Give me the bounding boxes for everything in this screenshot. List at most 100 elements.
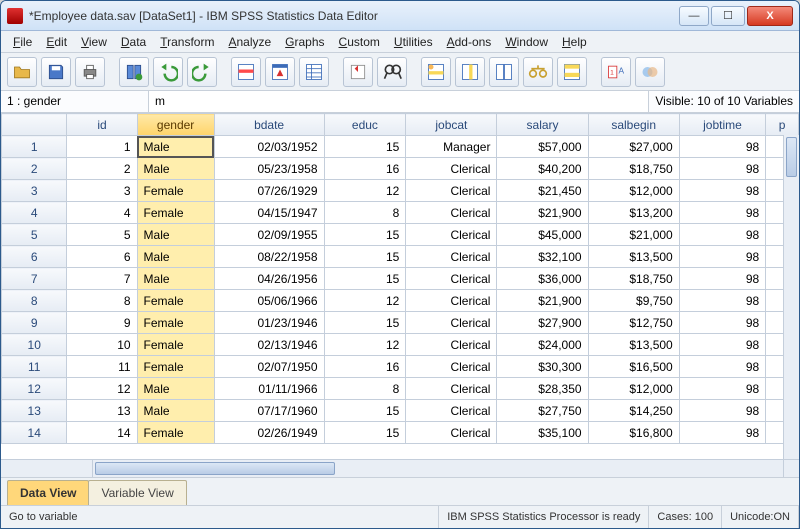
cell-educ[interactable]: 16 — [324, 356, 406, 378]
cell-educ[interactable]: 12 — [324, 334, 406, 356]
menu-custom[interactable]: Custom — [333, 33, 386, 51]
table-row[interactable]: 99Female01/23/194615Clerical$27,900$12,7… — [2, 312, 799, 334]
cell-salary[interactable]: $30,300 — [497, 356, 588, 378]
cell-jobcat[interactable]: Manager — [406, 136, 497, 158]
cell-salbegin[interactable]: $16,500 — [588, 356, 679, 378]
row-header[interactable]: 3 — [2, 180, 67, 202]
horizontal-scrollbar[interactable] — [1, 459, 799, 477]
run-button[interactable] — [343, 57, 373, 87]
cell-educ[interactable]: 12 — [324, 290, 406, 312]
cell-salary[interactable]: $40,200 — [497, 158, 588, 180]
menu-window[interactable]: Window — [499, 33, 554, 51]
column-header-jobtime[interactable]: jobtime — [679, 114, 765, 136]
menu-graphs[interactable]: Graphs — [279, 33, 330, 51]
cell-bdate[interactable]: 04/26/1956 — [214, 268, 324, 290]
cell-bdate[interactable]: 01/23/1946 — [214, 312, 324, 334]
cell-salary[interactable]: $35,100 — [497, 422, 588, 444]
vertical-scrollbar[interactable] — [783, 135, 799, 459]
column-header-jobcat[interactable]: jobcat — [406, 114, 497, 136]
cell-jobtime[interactable]: 98 — [679, 378, 765, 400]
tab-data-view[interactable]: Data View — [7, 480, 89, 505]
cell-jobtime[interactable]: 98 — [679, 202, 765, 224]
cell-bdate[interactable]: 02/09/1955 — [214, 224, 324, 246]
undo-button[interactable] — [153, 57, 183, 87]
cell-salary[interactable]: $27,750 — [497, 400, 588, 422]
column-header-educ[interactable]: educ — [324, 114, 406, 136]
cell-jobcat[interactable]: Clerical — [406, 334, 497, 356]
cell-educ[interactable]: 15 — [324, 422, 406, 444]
table-row[interactable]: 1111Female02/07/195016Clerical$30,300$16… — [2, 356, 799, 378]
cell-bdate[interactable]: 08/22/1958 — [214, 246, 324, 268]
cell-gender[interactable]: Female — [137, 312, 214, 334]
menu-file[interactable]: File — [7, 33, 38, 51]
table-row[interactable]: 1313Male07/17/196015Clerical$27,750$14,2… — [2, 400, 799, 422]
cell-gender[interactable]: Female — [137, 422, 214, 444]
cell-educ[interactable]: 16 — [324, 158, 406, 180]
cell-bdate[interactable]: 02/26/1949 — [214, 422, 324, 444]
cell-jobtime[interactable]: 98 — [679, 158, 765, 180]
cell-id[interactable]: 9 — [67, 312, 137, 334]
cell-educ[interactable]: 15 — [324, 246, 406, 268]
cell-jobcat[interactable]: Clerical — [406, 246, 497, 268]
print-button[interactable] — [75, 57, 105, 87]
column-header-bdate[interactable]: bdate — [214, 114, 324, 136]
cell-jobtime[interactable]: 98 — [679, 312, 765, 334]
column-header-p[interactable]: p — [766, 114, 799, 136]
cell-id[interactable]: 1 — [67, 136, 137, 158]
row-header[interactable]: 8 — [2, 290, 67, 312]
cell-salbegin[interactable]: $12,000 — [588, 180, 679, 202]
cell-jobcat[interactable]: Clerical — [406, 180, 497, 202]
menu-help[interactable]: Help — [556, 33, 593, 51]
cell-jobcat[interactable]: Clerical — [406, 268, 497, 290]
use-sets-button[interactable] — [635, 57, 665, 87]
cell-jobcat[interactable]: Clerical — [406, 378, 497, 400]
table-row[interactable]: 66Male08/22/195815Clerical$32,100$13,500… — [2, 246, 799, 268]
cell-gender[interactable]: Female — [137, 356, 214, 378]
cell-gender[interactable]: Female — [137, 290, 214, 312]
cell-id[interactable]: 5 — [67, 224, 137, 246]
cell-id[interactable]: 11 — [67, 356, 137, 378]
cell-educ[interactable]: 12 — [324, 180, 406, 202]
cell-id[interactable]: 3 — [67, 180, 137, 202]
cell-id[interactable]: 10 — [67, 334, 137, 356]
row-header[interactable]: 12 — [2, 378, 67, 400]
goto-case-button[interactable] — [231, 57, 261, 87]
cell-id[interactable]: 13 — [67, 400, 137, 422]
table-row[interactable]: 22Male05/23/195816Clerical$40,200$18,750… — [2, 158, 799, 180]
cell-jobtime[interactable]: 98 — [679, 136, 765, 158]
cell-jobtime[interactable]: 98 — [679, 224, 765, 246]
cell-jobcat[interactable]: Clerical — [406, 422, 497, 444]
table-row[interactable]: 55Male02/09/195515Clerical$45,000$21,000… — [2, 224, 799, 246]
cell-bdate[interactable]: 01/11/1966 — [214, 378, 324, 400]
cell-id[interactable]: 7 — [67, 268, 137, 290]
table-row[interactable]: 88Female05/06/196612Clerical$21,900$9,75… — [2, 290, 799, 312]
weight-button[interactable] — [523, 57, 553, 87]
row-header[interactable]: 2 — [2, 158, 67, 180]
value-labels-button[interactable]: 1A — [601, 57, 631, 87]
cell-educ[interactable]: 15 — [324, 224, 406, 246]
cell-salbegin[interactable]: $13,500 — [588, 334, 679, 356]
goto-var-button[interactable] — [265, 57, 295, 87]
split-button[interactable] — [489, 57, 519, 87]
cell-gender[interactable]: Male — [137, 246, 214, 268]
cell-value-input[interactable]: m — [149, 91, 649, 112]
cell-reference[interactable]: 1 : gender — [1, 91, 149, 112]
column-header-salbegin[interactable]: salbegin — [588, 114, 679, 136]
column-header-salary[interactable]: salary — [497, 114, 588, 136]
cell-bdate[interactable]: 02/07/1950 — [214, 356, 324, 378]
table-row[interactable]: 77Male04/26/195615Clerical$36,000$18,750… — [2, 268, 799, 290]
cell-jobcat[interactable]: Clerical — [406, 202, 497, 224]
minimize-button[interactable]: — — [679, 6, 709, 26]
cell-salbegin[interactable]: $12,000 — [588, 378, 679, 400]
cell-id[interactable]: 8 — [67, 290, 137, 312]
table-row[interactable]: 11Male02/03/195215Manager$57,000$27,0009… — [2, 136, 799, 158]
menu-edit[interactable]: Edit — [40, 33, 73, 51]
table-row[interactable]: 1212Male01/11/19668Clerical$28,350$12,00… — [2, 378, 799, 400]
cell-jobcat[interactable]: Clerical — [406, 312, 497, 334]
horizontal-scroll-thumb[interactable] — [95, 462, 335, 475]
cell-jobtime[interactable]: 98 — [679, 246, 765, 268]
vertical-scroll-thumb[interactable] — [786, 137, 797, 177]
cell-salary[interactable]: $32,100 — [497, 246, 588, 268]
row-header[interactable]: 9 — [2, 312, 67, 334]
menu-analyze[interactable]: Analyze — [222, 33, 277, 51]
